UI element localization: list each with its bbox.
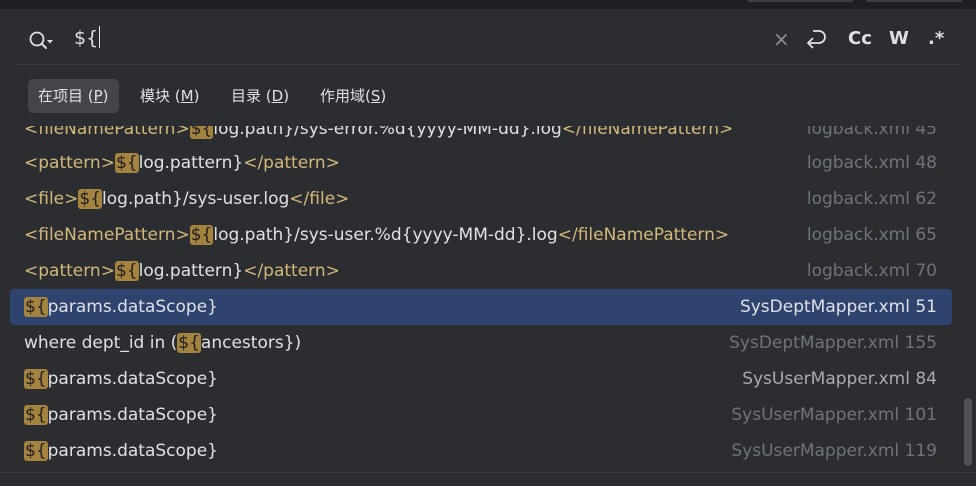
result-file-location: SysUserMapper.xml 84 bbox=[742, 369, 937, 389]
tab-in-project[interactable]: 在项目 (P) bbox=[28, 79, 119, 113]
tab-label-close: ) bbox=[193, 87, 200, 105]
result-code: <pattern>${log.pattern}</pattern> bbox=[24, 253, 340, 289]
result-file-location: logback.xml 65 bbox=[806, 225, 937, 245]
whole-words-toggle[interactable]: W bbox=[889, 27, 909, 51]
search-input[interactable]: ${ bbox=[74, 26, 101, 49]
top-strip-segment bbox=[748, 0, 853, 2]
tab-label: 作用域( bbox=[320, 87, 371, 105]
window-top-strip bbox=[0, 0, 976, 9]
search-divider bbox=[16, 64, 960, 65]
result-file-location: logback.xml 70 bbox=[806, 261, 937, 281]
tab-scope[interactable]: 作用域(S) bbox=[310, 79, 396, 113]
result-row[interactable]: ${params.dataScope} SysUserMapper.xml 11… bbox=[10, 433, 952, 469]
tab-mnemonic: S bbox=[370, 87, 381, 105]
result-row[interactable]: <pattern>${log.pattern}</pattern> logbac… bbox=[10, 145, 952, 181]
result-file-location: logback.xml 45 bbox=[806, 126, 937, 139]
tab-label-close: ) bbox=[380, 87, 387, 105]
result-row[interactable]: where dept_id in (${ancestors}) SysDeptM… bbox=[10, 325, 952, 361]
result-code: <pattern>${log.pattern}</pattern> bbox=[24, 145, 340, 181]
result-code: <file>${log.path}/sys-user.log</file> bbox=[24, 181, 349, 217]
tab-label: 目录 ( bbox=[231, 87, 272, 105]
code-after: params.dataScope} bbox=[47, 441, 218, 461]
code-after: ancestors}) bbox=[200, 333, 302, 353]
match-highlight: ${ bbox=[24, 405, 48, 425]
result-file-location: SysDeptMapper.xml 155 bbox=[729, 333, 937, 353]
xml-open-tag: <fileNamePattern> bbox=[24, 126, 190, 139]
code-after: params.dataScope} bbox=[47, 297, 218, 317]
match-case-toggle[interactable]: Cc bbox=[848, 27, 872, 51]
result-code: <fileNamePattern>${log.path}/sys-error.%… bbox=[24, 126, 733, 147]
result-row[interactable]: <file>${log.path}/sys-user.log</file> lo… bbox=[10, 181, 952, 217]
bottom-divider bbox=[0, 472, 976, 473]
match-highlight: ${ bbox=[189, 126, 214, 139]
xml-close-tag: </fileNamePattern> bbox=[561, 126, 734, 139]
tab-label: 在项目 ( bbox=[38, 87, 94, 105]
newline-match-icon[interactable] bbox=[804, 27, 828, 58]
top-strip-segment bbox=[866, 0, 962, 2]
match-highlight: ${ bbox=[114, 261, 139, 281]
tab-label: 模块 ( bbox=[140, 87, 181, 105]
match-highlight: ${ bbox=[114, 153, 139, 173]
match-highlight: ${ bbox=[177, 333, 201, 353]
results-scrollbar[interactable] bbox=[964, 398, 972, 466]
xml-open-tag: <fileNamePattern> bbox=[24, 225, 190, 245]
tab-mnemonic: M bbox=[180, 87, 194, 105]
xml-close-tag: </fileNamePattern> bbox=[557, 225, 730, 245]
code-after: log.path}/sys-error.%d{yyyy-MM-dd}.log bbox=[213, 126, 562, 139]
xml-close-tag: </file> bbox=[289, 189, 350, 209]
search-query-text: ${ bbox=[74, 27, 99, 49]
result-code: ${params.dataScope} bbox=[24, 289, 218, 325]
xml-open-tag: <file> bbox=[24, 189, 79, 209]
result-code: ${params.dataScope} bbox=[24, 397, 218, 433]
code-before: where dept_id in ( bbox=[24, 333, 178, 353]
code-after: params.dataScope} bbox=[47, 405, 218, 425]
match-highlight: ${ bbox=[189, 225, 214, 245]
xml-close-tag: </pattern> bbox=[243, 153, 340, 173]
code-after: params.dataScope} bbox=[47, 369, 218, 389]
xml-close-tag: </pattern> bbox=[243, 261, 340, 281]
xml-open-tag: <pattern> bbox=[24, 261, 115, 281]
code-after: log.path}/sys-user.%d{yyyy-MM-dd}.log bbox=[213, 225, 558, 245]
result-row[interactable]: <pattern>${log.pattern}</pattern> logbac… bbox=[10, 253, 952, 289]
match-highlight: ${ bbox=[24, 297, 48, 317]
search-options-icon[interactable] bbox=[28, 30, 56, 52]
result-code: where dept_id in (${ancestors}) bbox=[24, 325, 301, 361]
tab-mnemonic: P bbox=[93, 87, 103, 105]
code-after: log.path}/sys-user.log bbox=[102, 189, 290, 209]
results-list: <fileNamePattern>${log.path}/sys-error.%… bbox=[10, 126, 952, 472]
result-code: ${params.dataScope} bbox=[24, 361, 218, 397]
text-caret bbox=[99, 26, 101, 48]
result-code: <fileNamePattern>${log.path}/sys-user.%d… bbox=[24, 217, 729, 253]
result-row[interactable]: ${params.dataScope} SysUserMapper.xml 10… bbox=[10, 397, 952, 433]
code-after: log.pattern} bbox=[138, 261, 244, 281]
result-file-location: SysDeptMapper.xml 51 bbox=[739, 297, 937, 317]
close-icon[interactable]: × bbox=[773, 27, 790, 51]
tab-directory[interactable]: 目录 (D) bbox=[221, 79, 299, 113]
result-file-location: logback.xml 62 bbox=[806, 189, 937, 209]
tab-mnemonic: D bbox=[271, 87, 284, 105]
match-highlight: ${ bbox=[24, 369, 48, 389]
match-highlight: ${ bbox=[24, 441, 48, 461]
result-row[interactable]: <fileNamePattern>${log.path}/sys-error.%… bbox=[10, 126, 952, 147]
result-file-location: logback.xml 48 bbox=[806, 153, 937, 173]
xml-open-tag: <pattern> bbox=[24, 153, 115, 173]
result-file-location: SysUserMapper.xml 119 bbox=[731, 441, 937, 461]
result-row-selected[interactable]: ${params.dataScope} SysDeptMapper.xml 51 bbox=[10, 289, 952, 325]
result-file-location: SysUserMapper.xml 101 bbox=[731, 405, 937, 425]
match-highlight: ${ bbox=[78, 189, 103, 209]
result-code: ${params.dataScope} bbox=[24, 433, 218, 469]
regex-toggle[interactable]: .* bbox=[928, 27, 944, 51]
result-row[interactable]: <fileNamePattern>${log.path}/sys-user.%d… bbox=[10, 217, 952, 253]
tab-label-close: ) bbox=[283, 87, 290, 105]
result-row[interactable]: ${params.dataScope} SysUserMapper.xml 84 bbox=[10, 361, 952, 397]
tab-label-close: ) bbox=[102, 87, 109, 105]
search-bar: ${ × Cc W .* bbox=[0, 9, 976, 67]
code-after: log.pattern} bbox=[138, 153, 244, 173]
tab-module[interactable]: 模块 (M) bbox=[130, 79, 209, 113]
